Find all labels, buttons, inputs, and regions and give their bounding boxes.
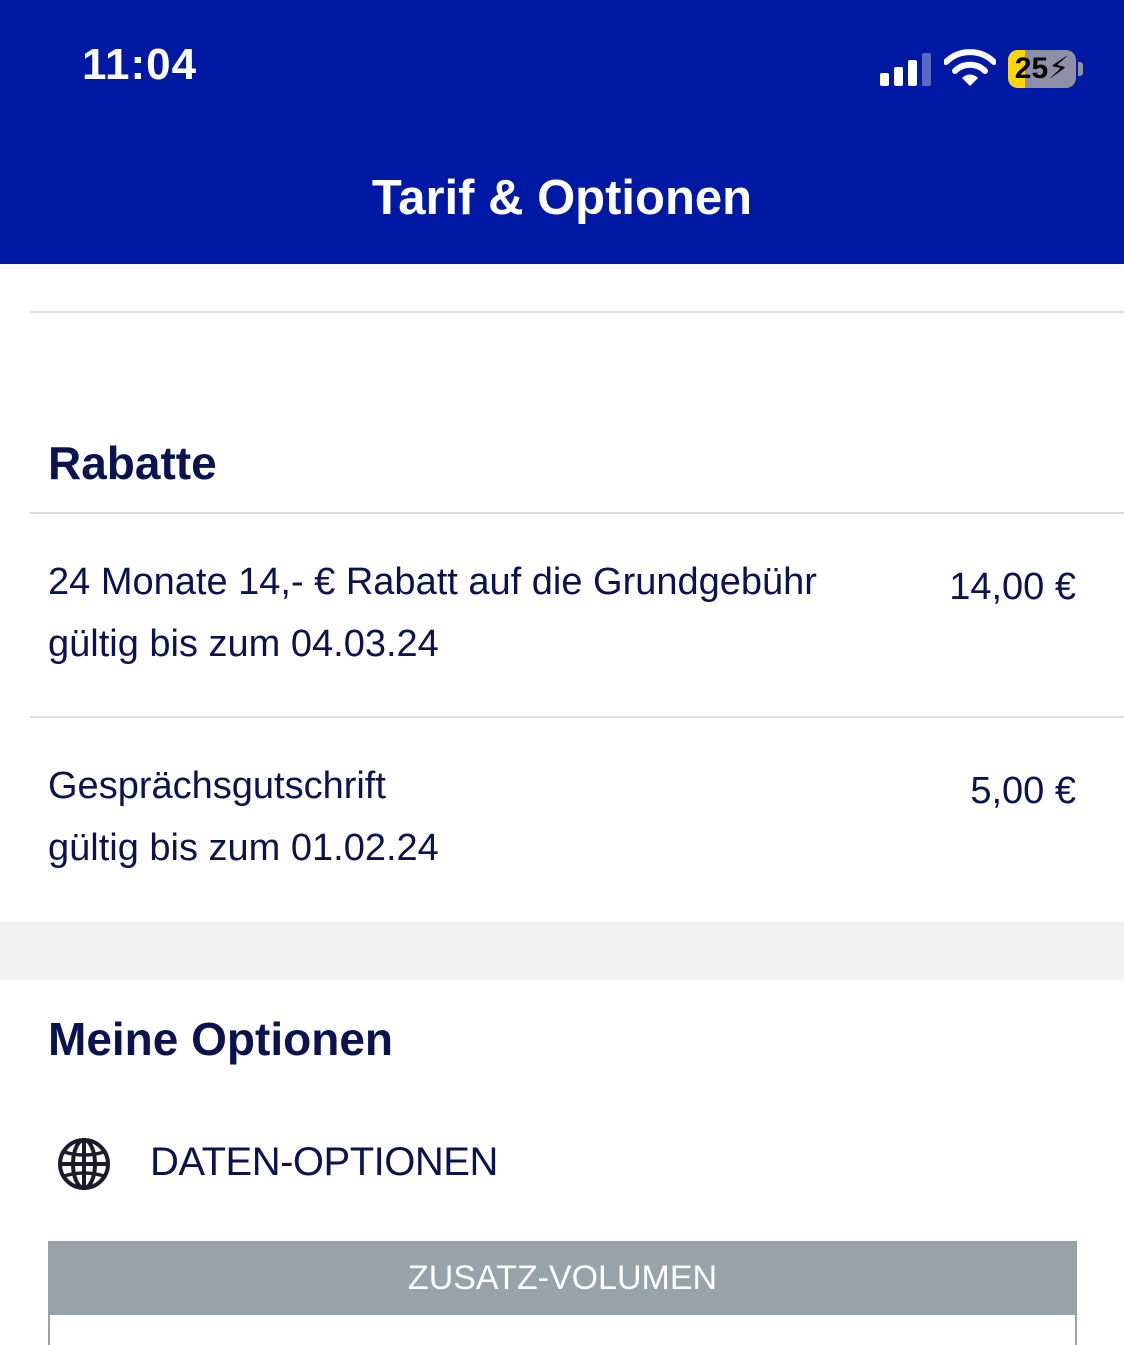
rabatt-label: 24 Monate 14,- € Rabatt auf die Grundgeb… [48,561,817,603]
section-title-optionen: Meine Optionen [48,1013,393,1065]
rabatt-label: Gesprächsgutschrift [48,765,386,807]
battery-level: 25⚡ [1014,52,1070,85]
battery-icon: 25⚡ [1008,50,1076,88]
divider [30,512,1124,514]
wifi-icon [944,49,996,86]
cellular-signal-icon [880,52,934,86]
tab-zusatz-volumen[interactable]: ZUSATZ-VOLUMEN [48,1241,1077,1315]
page-title: Tarif & Optionen [371,171,753,225]
app-header: 11:04 25⚡ Tarif & Optionen [0,0,1124,264]
rabatt-validity: gültig bis zum 04.03.24 [48,623,439,665]
daten-optionen-label: DATEN-OPTIONEN [150,1140,498,1184]
rabatt-amount: 5,00 € [970,770,1076,812]
rabatt-validity: gültig bis zum 01.02.24 [48,827,439,869]
tab-content-panel [48,1315,1077,1345]
battery-cap [1078,62,1083,76]
rabatt-amount: 14,00 € [949,566,1076,608]
section-separator [0,922,1124,980]
status-time: 11:04 [82,40,198,89]
divider [30,311,1124,313]
globe-icon [58,1138,110,1190]
section-title-rabatte: Rabatte [48,437,217,489]
divider [30,716,1124,718]
